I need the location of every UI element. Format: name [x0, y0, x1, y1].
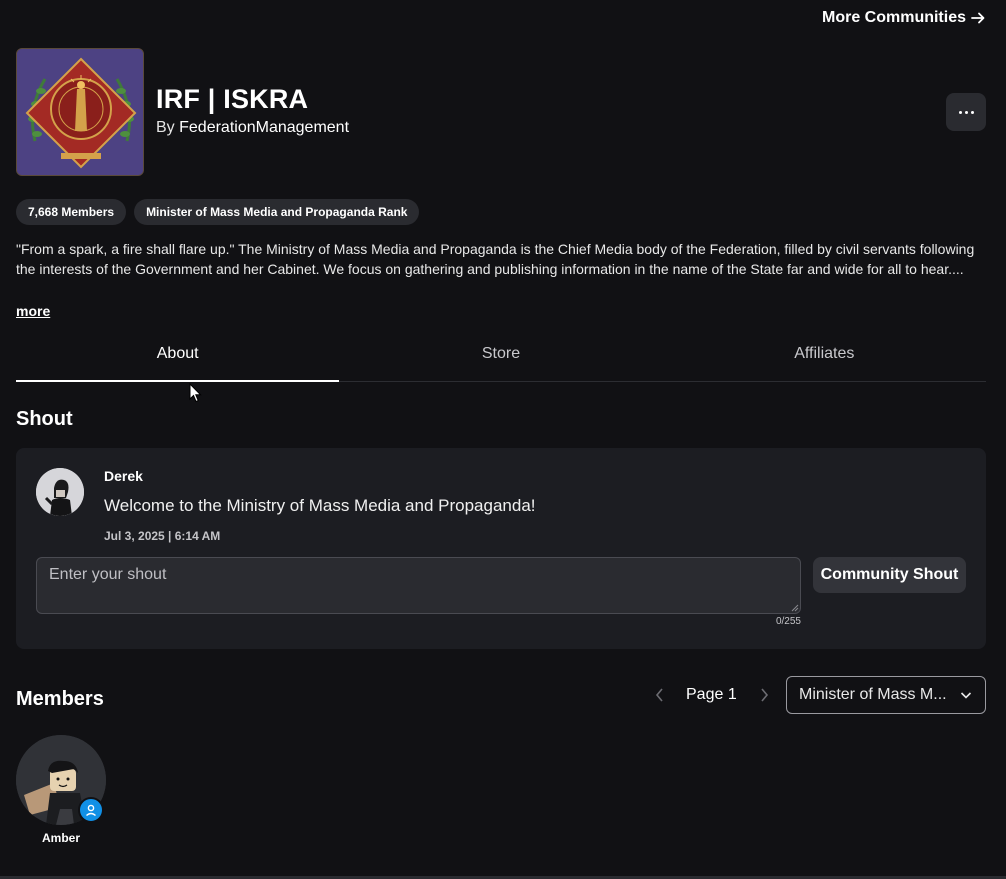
group-title: IRF | ISKRA — [156, 84, 309, 114]
ellipsis-dot — [970, 110, 974, 114]
ellipsis-dot — [964, 110, 968, 114]
role-filter-select[interactable]: Minister of Mass M... — [786, 676, 986, 714]
group-emblem — [16, 48, 144, 176]
tab-about[interactable]: About — [16, 334, 340, 382]
chevron-right-icon — [761, 688, 768, 702]
member-name: Amber — [41, 831, 80, 845]
page-label: Page 1 — [686, 686, 737, 703]
more-communities-label: More Communities — [821, 9, 966, 26]
shout-card: Derek Welcome to the Ministry of Mass Me… — [16, 448, 986, 649]
rank-pill: Minister of Mass Media and Propaganda Ra… — [134, 199, 420, 225]
chevron-left-icon — [655, 688, 663, 702]
group-description: "From a spark, a fire shall flare up." T… — [16, 241, 975, 277]
next-page-button[interactable] — [754, 685, 774, 705]
ellipsis-icon — [958, 110, 962, 114]
shout-author-avatar[interactable] — [36, 468, 84, 516]
member-card[interactable]: Amber — [16, 735, 106, 845]
role-filter-value: Minister of Mass M... — [799, 686, 947, 703]
person-badge-icon — [78, 797, 104, 823]
shout-heading: Shout — [16, 408, 73, 430]
more-communities-link[interactable]: More Communities — [822, 9, 986, 27]
community-shout-button[interactable]: Community Shout — [813, 557, 966, 593]
shout-message: Welcome to the Ministry of Mass Media an… — [104, 496, 536, 515]
members-heading: Members — [16, 688, 104, 710]
mouse-cursor-icon — [189, 383, 202, 403]
members-pager: Page 1 — [650, 676, 774, 714]
options-button[interactable] — [946, 93, 986, 131]
owner-link[interactable]: FederationManagement — [179, 119, 349, 136]
shout-author[interactable]: Derek — [104, 468, 143, 484]
resize-grip-icon[interactable] — [791, 604, 799, 612]
tab-store[interactable]: Store — [339, 334, 662, 381]
member-count-pill: 7,668 Members — [16, 199, 127, 225]
group-pills: 7,668 Members Minister of Mass Media and… — [16, 199, 420, 225]
tab-affiliates[interactable]: Affiliates — [663, 334, 986, 381]
shout-input[interactable] — [36, 557, 801, 614]
prev-page-button[interactable] — [650, 685, 670, 705]
chevron-down-icon — [960, 692, 972, 699]
description-more-link[interactable]: more — [16, 303, 50, 319]
group-tabs: About Store Affiliates — [16, 334, 986, 382]
owner-prefix: By — [156, 119, 180, 136]
arrow-right-icon — [971, 12, 985, 24]
shout-char-count: 0/255 — [775, 616, 801, 627]
shout-date: Jul 3, 2025 | 6:14 AM — [104, 529, 221, 543]
group-owner: By FederationManagement — [156, 119, 349, 137]
